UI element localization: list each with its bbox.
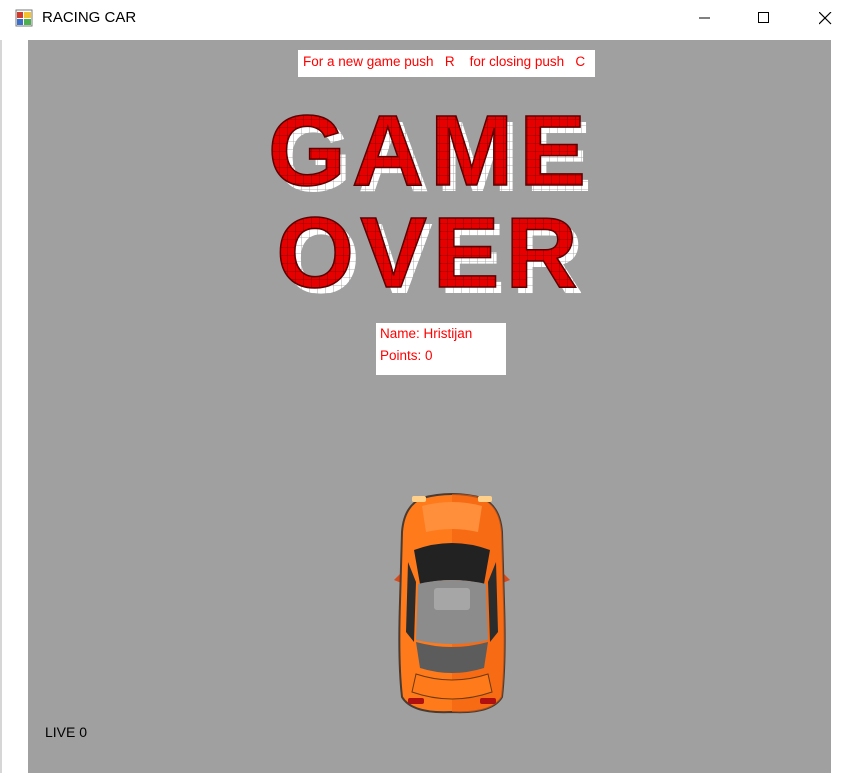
window-border: [0, 40, 2, 773]
player-name: Name: Hristijan: [380, 326, 473, 341]
window-title: RACING CAR: [42, 9, 137, 26]
title-bar: RACING CAR: [0, 0, 855, 36]
maximize-icon: [758, 12, 769, 23]
lives-counter: LIVE 0: [45, 724, 88, 740]
player-car-icon: [394, 493, 510, 714]
minimize-button[interactable]: [676, 0, 734, 36]
game-over-banner-line-2: OVER: [276, 197, 583, 295]
instruction-label: For a new game push R for closing push C: [298, 50, 595, 77]
game-over-banner: GAME GAME OVER OVER: [267, 95, 592, 295]
minimize-icon: [699, 17, 710, 19]
close-icon: [818, 11, 831, 24]
maximize-button[interactable]: [735, 0, 793, 36]
player-points: Points: 0: [380, 348, 433, 363]
player-info-box: Name: Hristijan Points: 0: [376, 323, 506, 375]
close-button[interactable]: [796, 0, 854, 36]
game-over-banner-line-1: GAME: [268, 95, 592, 207]
app-icon: [15, 9, 33, 27]
